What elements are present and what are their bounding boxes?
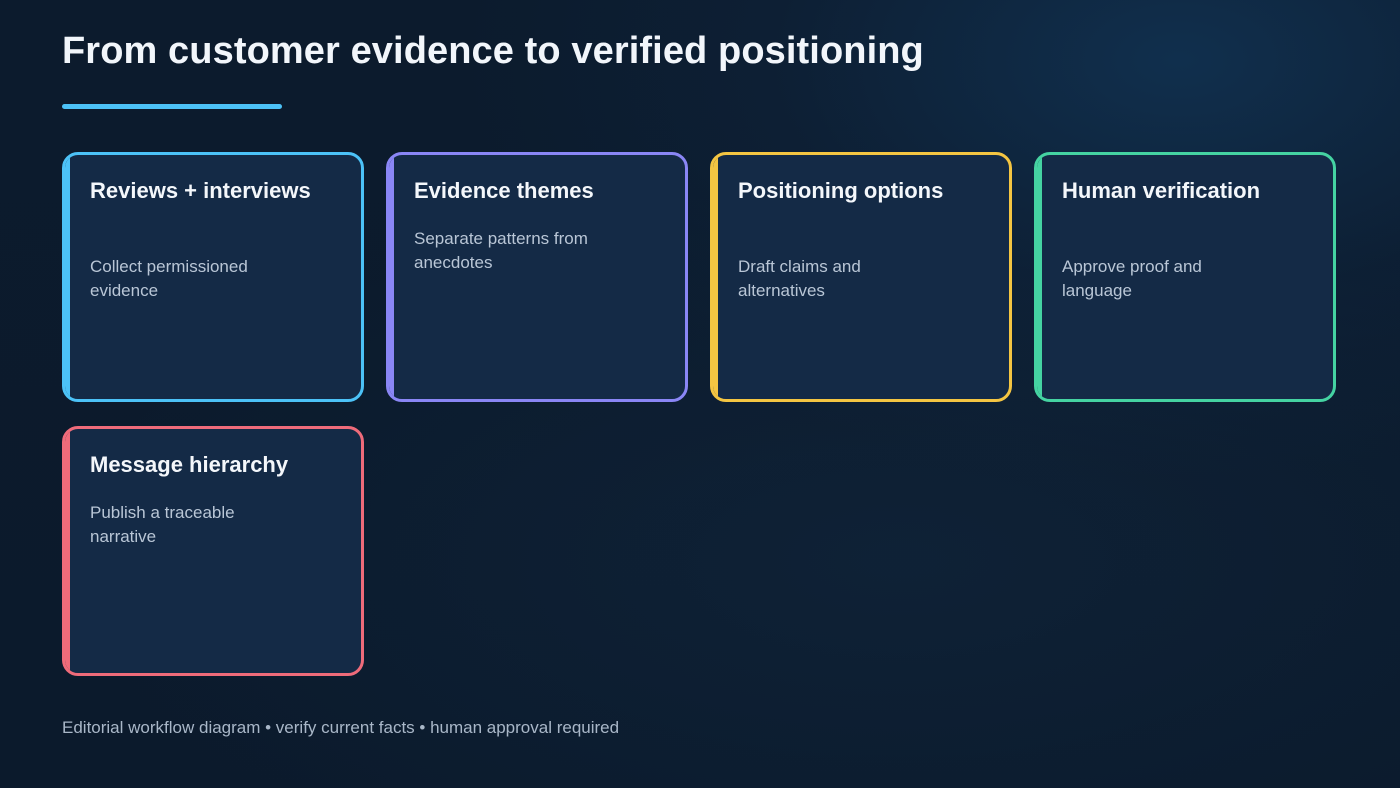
card-title: Evidence themes [414,178,594,203]
step-card-evidence-themes: Evidence themes Separate patterns from a… [386,152,688,402]
card-accent-bar [713,155,718,399]
step-card-positioning-options: Positioning options Draft claims and alt… [710,152,1012,402]
step-card-reviews-interviews: Reviews + interviews Collect permissione… [62,152,364,402]
card-description: Draft claims and alternatives [738,257,861,300]
page-title: From customer evidence to verified posit… [62,30,924,72]
card-title: Human verification [1062,178,1261,203]
card-title: Positioning options [738,178,944,203]
card-description: Separate patterns from anecdotes [414,229,588,272]
card-description: Collect permissioned evidence [90,257,248,300]
card-accent-bar [1037,155,1042,399]
title-underline [62,104,282,109]
step-card-human-verification: Human verification Approve proof and lan… [1034,152,1336,402]
step-card-message-hierarchy: Message hierarchy Publish a traceable na… [62,426,364,676]
card-title: Message hierarchy [90,452,289,477]
card-title: Reviews + interviews [90,178,311,203]
card-description: Publish a traceable narrative [90,503,235,546]
card-accent-bar [65,155,70,399]
card-accent-bar [389,155,394,399]
card-description: Approve proof and language [1062,257,1202,300]
footer-caption: Editorial workflow diagram • verify curr… [62,718,620,737]
card-accent-bar [65,429,70,673]
